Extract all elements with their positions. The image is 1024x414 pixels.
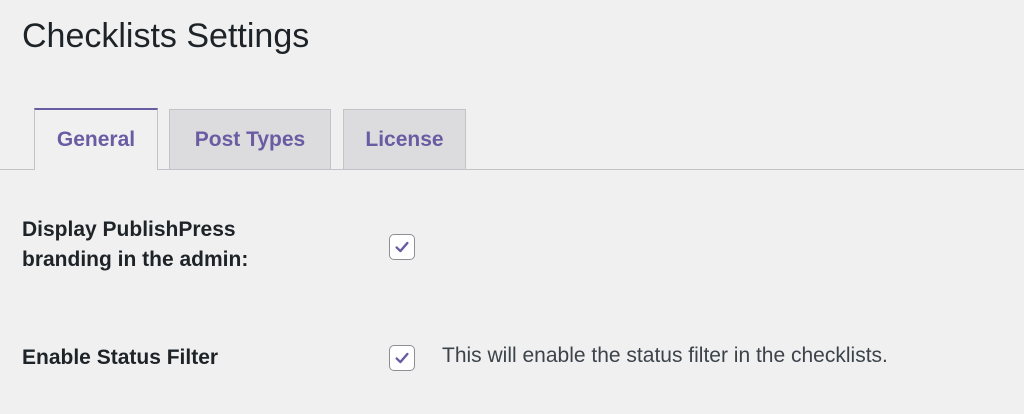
check-icon [395,241,409,253]
setting-status-filter-label: Enable Status Filter [22,346,219,369]
tab-license[interactable]: License [343,109,466,169]
tab-general[interactable]: General [34,108,158,170]
setting-branding-label: Display PublishPress branding in the adm… [22,215,248,275]
check-icon [395,352,409,364]
tab-license-label: License [365,127,444,151]
branding-checkbox[interactable] [389,234,415,260]
status-filter-checkbox[interactable] [389,345,415,371]
setting-branding-label-line1: Display PublishPress [22,218,236,241]
status-filter-description: This will enable the status filter in th… [442,344,888,367]
page-title: Checklists Settings [22,17,310,55]
tab-post-types-label: Post Types [194,127,306,151]
tab-bar: General Post Types License [0,108,1024,170]
setting-branding-label-line2: branding in the admin: [22,248,249,271]
tab-post-types[interactable]: Post Types [169,109,331,169]
tab-general-label: General [56,128,136,151]
